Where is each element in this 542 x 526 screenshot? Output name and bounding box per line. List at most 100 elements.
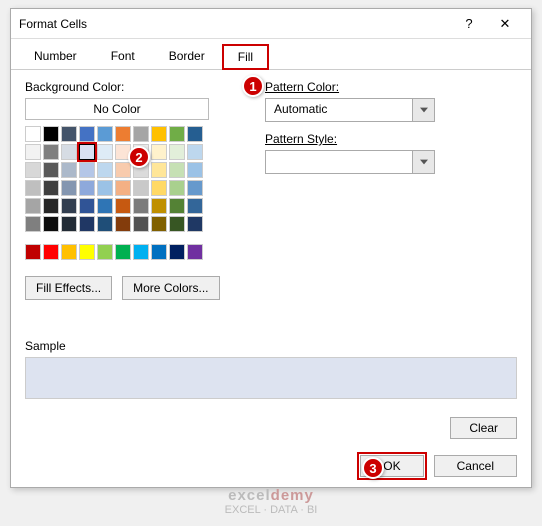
color-swatch[interactable] bbox=[61, 198, 77, 214]
sample-section: Sample bbox=[25, 339, 517, 399]
color-swatch[interactable] bbox=[97, 244, 113, 260]
help-button[interactable]: ? bbox=[451, 10, 487, 38]
no-color-button[interactable]: No Color bbox=[25, 98, 209, 120]
tab-content: Background Color: No Color Fill Effects.… bbox=[11, 70, 531, 310]
color-swatch[interactable] bbox=[169, 244, 185, 260]
color-swatch[interactable] bbox=[187, 144, 203, 160]
color-swatch[interactable] bbox=[25, 180, 41, 196]
tab-border[interactable]: Border bbox=[152, 43, 222, 69]
pattern-style-label: Pattern Style: bbox=[265, 132, 517, 146]
dialog-title: Format Cells bbox=[19, 17, 87, 31]
color-swatch[interactable] bbox=[151, 162, 167, 178]
sample-box bbox=[25, 357, 517, 399]
standard-palette bbox=[25, 244, 245, 260]
color-swatch[interactable] bbox=[151, 144, 167, 160]
watermark: exceldemy EXCEL · DATA · BI bbox=[225, 487, 318, 516]
color-swatch[interactable] bbox=[97, 162, 113, 178]
color-swatch[interactable] bbox=[187, 162, 203, 178]
color-swatch[interactable] bbox=[25, 162, 41, 178]
color-swatch[interactable] bbox=[79, 244, 95, 260]
theme-palette bbox=[25, 126, 245, 232]
color-swatch[interactable] bbox=[115, 244, 131, 260]
color-swatch[interactable] bbox=[61, 180, 77, 196]
color-swatch[interactable] bbox=[79, 126, 95, 142]
color-swatch[interactable] bbox=[151, 244, 167, 260]
color-swatch[interactable] bbox=[151, 180, 167, 196]
color-swatch[interactable] bbox=[61, 126, 77, 142]
color-swatch[interactable] bbox=[79, 180, 95, 196]
color-swatch[interactable] bbox=[151, 216, 167, 232]
color-swatch[interactable] bbox=[25, 244, 41, 260]
color-swatch[interactable] bbox=[169, 216, 185, 232]
chevron-down-icon bbox=[412, 99, 434, 121]
tab-number[interactable]: Number bbox=[17, 43, 94, 69]
clear-button[interactable]: Clear bbox=[450, 417, 517, 439]
color-swatch[interactable] bbox=[61, 144, 77, 160]
color-swatch[interactable] bbox=[133, 244, 149, 260]
color-swatch[interactable] bbox=[97, 198, 113, 214]
color-swatch[interactable] bbox=[79, 216, 95, 232]
titlebar: Format Cells ? ✕ bbox=[11, 9, 531, 39]
pattern-section: Pattern Color: Automatic Pattern Style: bbox=[265, 80, 517, 300]
color-swatch[interactable] bbox=[97, 216, 113, 232]
color-swatch[interactable] bbox=[25, 126, 41, 142]
close-button[interactable]: ✕ bbox=[487, 10, 523, 38]
pattern-style-dropdown[interactable] bbox=[265, 150, 435, 174]
color-swatch[interactable] bbox=[115, 216, 131, 232]
annotation-marker-3: 3 bbox=[362, 457, 384, 479]
color-swatch[interactable] bbox=[43, 126, 59, 142]
color-swatch[interactable] bbox=[169, 198, 185, 214]
color-swatch[interactable] bbox=[169, 180, 185, 196]
more-colors-button[interactable]: More Colors... bbox=[122, 276, 219, 300]
color-swatch[interactable] bbox=[133, 126, 149, 142]
color-swatch[interactable] bbox=[43, 244, 59, 260]
color-swatch[interactable] bbox=[151, 126, 167, 142]
cancel-button[interactable]: Cancel bbox=[434, 455, 517, 477]
color-swatch[interactable] bbox=[169, 126, 185, 142]
color-swatch[interactable] bbox=[43, 216, 59, 232]
color-swatch[interactable] bbox=[115, 198, 131, 214]
color-swatch[interactable] bbox=[133, 216, 149, 232]
color-swatch[interactable] bbox=[115, 162, 131, 178]
color-swatch[interactable] bbox=[151, 198, 167, 214]
color-swatch[interactable] bbox=[187, 126, 203, 142]
color-swatch[interactable] bbox=[133, 180, 149, 196]
color-swatch[interactable] bbox=[169, 144, 185, 160]
background-color-section: Background Color: No Color Fill Effects.… bbox=[25, 80, 245, 300]
color-swatch[interactable] bbox=[97, 144, 113, 160]
color-swatch[interactable] bbox=[187, 216, 203, 232]
sample-label: Sample bbox=[25, 339, 517, 353]
annotation-marker-1: 1 bbox=[242, 75, 264, 97]
color-swatch[interactable] bbox=[43, 180, 59, 196]
color-swatch[interactable] bbox=[79, 162, 95, 178]
annotation-marker-2: 2 bbox=[128, 146, 150, 168]
color-swatch[interactable] bbox=[43, 162, 59, 178]
chevron-down-icon bbox=[412, 151, 434, 173]
fill-effects-button[interactable]: Fill Effects... bbox=[25, 276, 112, 300]
color-swatch[interactable] bbox=[61, 244, 77, 260]
format-cells-dialog: Format Cells ? ✕ Number Font Border Fill… bbox=[10, 8, 532, 488]
background-color-label: Background Color: bbox=[25, 80, 245, 94]
color-swatch[interactable] bbox=[61, 162, 77, 178]
tab-fill[interactable]: Fill bbox=[222, 44, 269, 70]
pattern-color-dropdown[interactable]: Automatic bbox=[265, 98, 435, 122]
color-swatch[interactable] bbox=[25, 216, 41, 232]
color-swatch[interactable] bbox=[43, 144, 59, 160]
color-swatch[interactable] bbox=[61, 216, 77, 232]
tab-bar: Number Font Border Fill bbox=[11, 39, 531, 70]
color-swatch[interactable] bbox=[187, 180, 203, 196]
color-swatch[interactable] bbox=[25, 198, 41, 214]
color-swatch[interactable] bbox=[79, 198, 95, 214]
color-swatch[interactable] bbox=[79, 144, 95, 160]
color-swatch[interactable] bbox=[97, 180, 113, 196]
color-swatch[interactable] bbox=[133, 198, 149, 214]
color-swatch[interactable] bbox=[187, 198, 203, 214]
color-swatch[interactable] bbox=[115, 180, 131, 196]
color-swatch[interactable] bbox=[25, 144, 41, 160]
color-swatch[interactable] bbox=[187, 244, 203, 260]
tab-font[interactable]: Font bbox=[94, 43, 152, 69]
color-swatch[interactable] bbox=[43, 198, 59, 214]
color-swatch[interactable] bbox=[97, 126, 113, 142]
color-swatch[interactable] bbox=[115, 126, 131, 142]
color-swatch[interactable] bbox=[169, 162, 185, 178]
